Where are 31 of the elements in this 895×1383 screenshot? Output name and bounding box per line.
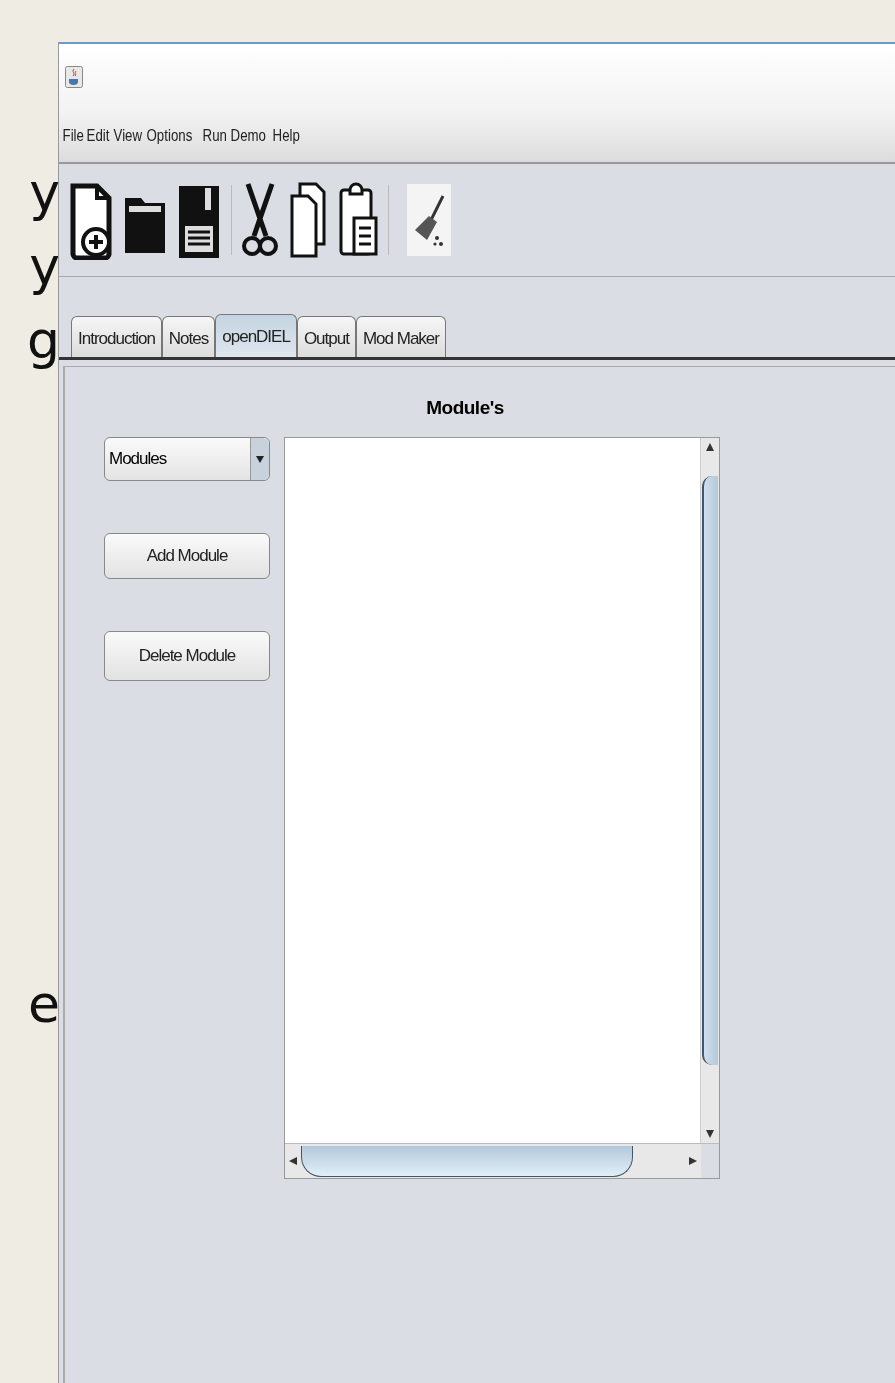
- scrollbar-corner: [701, 1144, 719, 1178]
- right-arrow-icon[interactable]: [689, 1157, 697, 1165]
- tab[interactable]: Introduction: [71, 316, 162, 357]
- tab[interactable]: openDIEL: [215, 314, 297, 357]
- menu-item[interactable]: Demo: [229, 126, 268, 146]
- broom-icon[interactable]: [407, 184, 451, 256]
- horizontal-scrollbar[interactable]: [285, 1144, 701, 1178]
- tab[interactable]: Output: [296, 316, 356, 357]
- tab[interactable]: Mod Maker: [355, 316, 446, 357]
- up-arrow-icon[interactable]: [706, 443, 714, 451]
- module-button[interactable]: Add Module: [104, 533, 270, 579]
- module-button[interactable]: Delete Module: [104, 631, 270, 681]
- menu-item[interactable]: Edit: [85, 126, 112, 146]
- menu-item[interactable]: Run: [200, 126, 229, 146]
- slide-text: e: [28, 973, 60, 1036]
- tab[interactable]: Notes: [161, 316, 216, 357]
- vertical-scrollbar[interactable]: [700, 438, 719, 1143]
- menu-item[interactable]: Help: [271, 126, 302, 146]
- copy-icon[interactable]: [288, 180, 328, 260]
- left-arrow-icon[interactable]: [289, 1157, 297, 1165]
- caret-icon: [256, 455, 264, 463]
- down-arrow-icon[interactable]: [706, 1130, 714, 1138]
- slide-text: g: [27, 309, 60, 372]
- menu-item[interactable]: Options: [145, 126, 195, 146]
- slide-text: y: [29, 235, 60, 298]
- slide-text: y: [29, 161, 60, 224]
- modules-dropdown[interactable]: Modules: [104, 437, 270, 481]
- menu-item[interactable]: View: [111, 126, 144, 146]
- panel-title: Module's: [425, 397, 505, 419]
- cup-icon: [65, 66, 83, 88]
- menu-item[interactable]: File: [61, 126, 86, 146]
